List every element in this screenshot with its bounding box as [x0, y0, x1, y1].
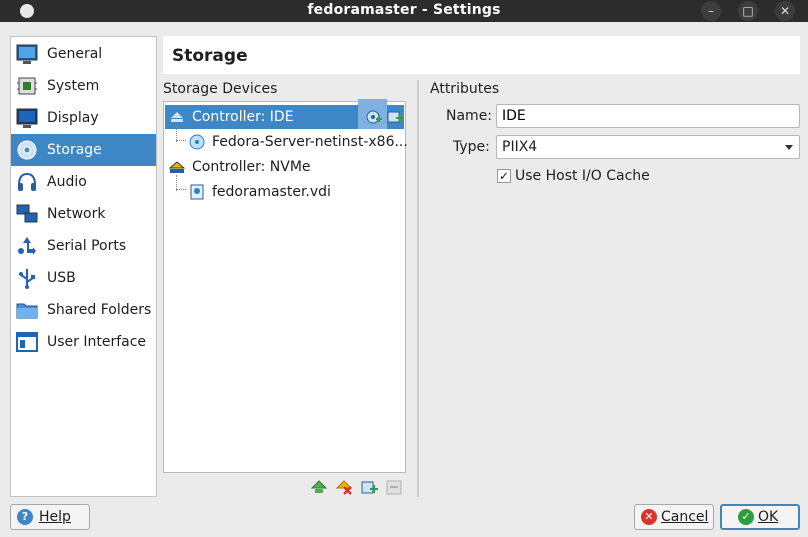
- ide-controller-icon: [171, 112, 183, 122]
- name-label: Name:: [446, 108, 493, 124]
- chevron-down-icon: [785, 145, 793, 150]
- hard-disk-icon: [190, 184, 204, 200]
- sidebar-item-label: Shared Folders: [47, 302, 152, 318]
- page-header: Storage: [163, 36, 800, 74]
- add-attachment-icon[interactable]: [360, 478, 378, 496]
- sidebar-item-serial-ports[interactable]: Serial Ports: [11, 230, 156, 262]
- host-io-cache-checkbox[interactable]: ✓: [497, 169, 511, 183]
- tree-item-label: fedoramaster.vdi: [212, 184, 331, 200]
- optical-disc-icon: [189, 134, 205, 150]
- sidebar-item-audio[interactable]: Audio: [11, 166, 156, 198]
- storage-devices-label: Storage Devices: [163, 81, 278, 97]
- sidebar-item-display[interactable]: Display: [11, 102, 156, 134]
- attributes-label: Attributes: [430, 81, 500, 97]
- title-bar: fedoramaster - Settings – □ ✕: [0, 0, 808, 22]
- sidebar-item-label: Network: [47, 206, 106, 222]
- close-button[interactable]: ✕: [775, 1, 795, 21]
- sidebar-item-usb[interactable]: USB: [11, 262, 156, 294]
- sidebar-item-label: USB: [47, 270, 76, 286]
- sidebar-item-label: System: [47, 78, 100, 94]
- help-icon: ?: [17, 509, 33, 525]
- sidebar-item-network[interactable]: Network: [11, 198, 156, 230]
- type-label: Type:: [453, 139, 490, 155]
- sidebar-item-label: Serial Ports: [47, 238, 127, 254]
- help-button[interactable]: ? Help: [10, 504, 90, 530]
- cancel-button-label: Cancel: [661, 509, 709, 525]
- general-monitor-icon: [16, 44, 38, 64]
- add-controller-icon[interactable]: [310, 478, 328, 496]
- nvme-controller-icon: [169, 161, 185, 173]
- remove-attachment-icon[interactable]: [385, 478, 403, 496]
- add-optical-drive-icon[interactable]: [366, 109, 382, 125]
- ok-button-label: OK: [758, 509, 779, 525]
- type-select-value: PIIX4: [502, 139, 538, 155]
- audio-headphones-icon: [18, 172, 36, 191]
- usb-icon: [19, 269, 35, 289]
- tree-item-label: Fedora-Server-netinst-x86...: [212, 134, 408, 150]
- page-title: Storage: [172, 46, 248, 66]
- sidebar-item-label: User Interface: [47, 334, 147, 350]
- panel-divider[interactable]: [417, 80, 419, 497]
- tree-item-fedora-iso[interactable]: Fedora-Server-netinst-x86...: [165, 130, 408, 154]
- user-interface-window-icon: [16, 332, 38, 352]
- maximize-button[interactable]: □: [738, 1, 758, 21]
- storage-tree[interactable]: Controller: IDE Fedora-Server-netinst-x8…: [163, 99, 408, 473]
- sidebar-item-shared-folders[interactable]: Shared Folders: [11, 294, 156, 326]
- sidebar-item-label: Audio: [47, 174, 87, 190]
- sidebar-item-storage[interactable]: Storage: [11, 134, 156, 166]
- tree-item-controller-nvme[interactable]: Controller: NVMe: [165, 155, 404, 179]
- minimize-button[interactable]: –: [701, 1, 721, 21]
- ok-check-icon: ✓: [738, 509, 754, 525]
- settings-sidebar: General System Display Storage Audio Net…: [10, 36, 157, 497]
- tree-item-label: Controller: IDE: [192, 109, 294, 125]
- cancel-button[interactable]: ✕ Cancel: [634, 504, 714, 530]
- storage-disk-icon: [17, 140, 37, 160]
- network-icon: [16, 204, 38, 223]
- system-chip-icon: [17, 77, 37, 95]
- cancel-icon: ✕: [641, 509, 657, 525]
- display-monitor-icon: [16, 108, 38, 128]
- sidebar-item-user-interface[interactable]: User Interface: [11, 326, 156, 358]
- serial-port-icon: [18, 237, 36, 255]
- host-io-cache-label[interactable]: Use Host I/O Cache: [515, 168, 650, 184]
- ok-button[interactable]: ✓ OK: [720, 504, 800, 530]
- remove-controller-icon[interactable]: [335, 478, 353, 496]
- tree-item-label: Controller: NVMe: [192, 159, 311, 175]
- controller-name-input[interactable]: [496, 104, 800, 128]
- controller-type-select[interactable]: PIIX4: [496, 135, 800, 159]
- tree-item-fedoramaster-vdi[interactable]: fedoramaster.vdi: [165, 180, 404, 204]
- tree-item-controller-ide[interactable]: Controller: IDE: [165, 99, 404, 129]
- sidebar-item-general[interactable]: General: [11, 38, 156, 70]
- sidebar-item-label: General: [47, 46, 103, 62]
- sidebar-item-label: Display: [47, 110, 99, 126]
- add-hard-disk-icon[interactable]: [387, 109, 403, 125]
- window-title: fedoramaster - Settings: [307, 2, 501, 18]
- sidebar-item-system[interactable]: System: [11, 70, 156, 102]
- sidebar-item-label: Storage: [47, 142, 102, 158]
- help-button-label: Help: [39, 509, 71, 525]
- shared-folder-icon: [16, 303, 38, 319]
